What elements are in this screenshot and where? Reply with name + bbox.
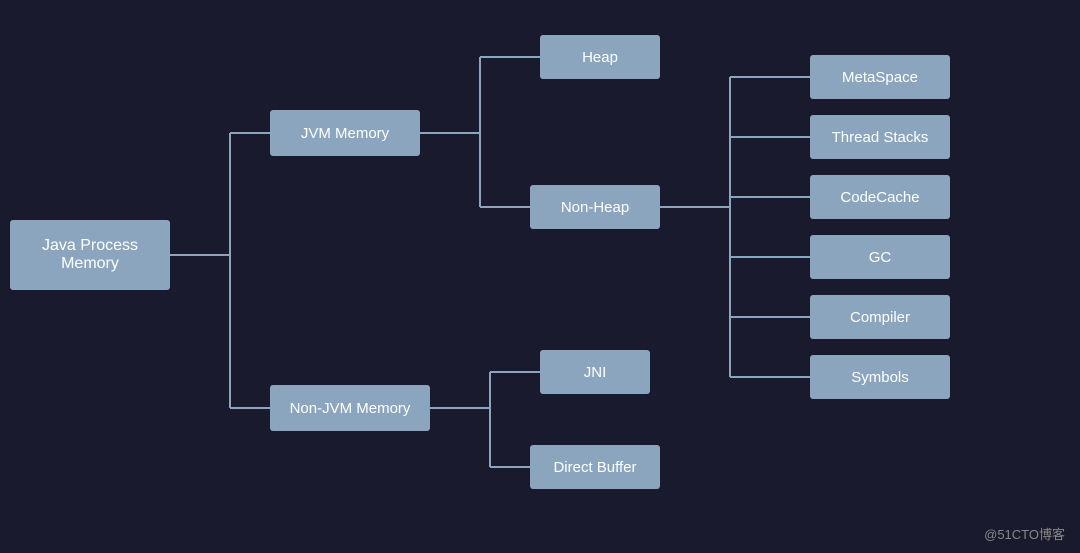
jni-node: JNI (540, 350, 650, 394)
metaspace-node: MetaSpace (810, 55, 950, 99)
diagram-container: Java ProcessMemory JVM Memory Non-JVM Me… (0, 0, 1080, 553)
direct-buffer-node: Direct Buffer (530, 445, 660, 489)
gc-node: GC (810, 235, 950, 279)
java-process-memory-node: Java ProcessMemory (10, 220, 170, 290)
heap-node: Heap (540, 35, 660, 79)
jvm-memory-node: JVM Memory (270, 110, 420, 156)
compiler-node: Compiler (810, 295, 950, 339)
codecache-node: CodeCache (810, 175, 950, 219)
symbols-node: Symbols (810, 355, 950, 399)
non-heap-node: Non-Heap (530, 185, 660, 229)
non-jvm-memory-node: Non-JVM Memory (270, 385, 430, 431)
watermark: @51CTO博客 (984, 524, 1065, 543)
thread-stacks-node: Thread Stacks (810, 115, 950, 159)
